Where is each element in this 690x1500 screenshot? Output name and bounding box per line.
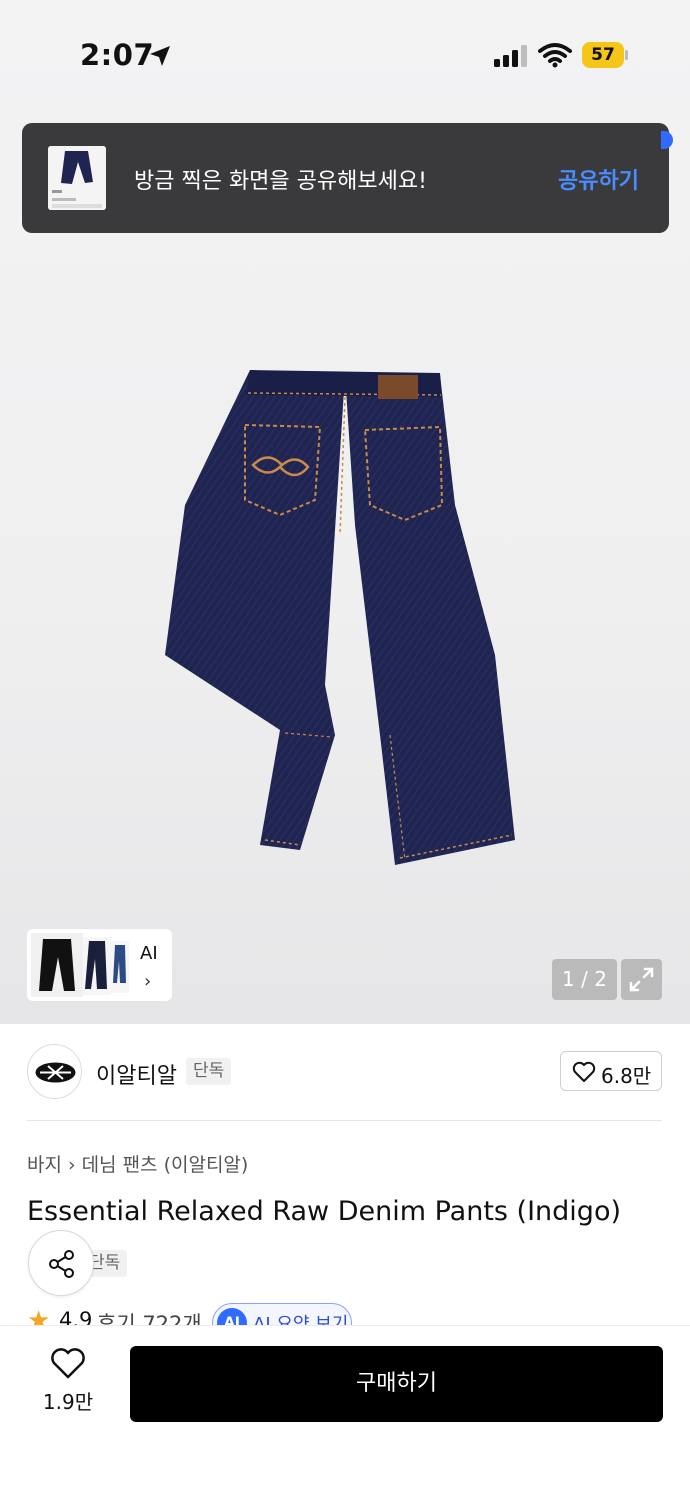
bottom-purchase-bar: 1.9만 구매하기	[0, 1325, 690, 1500]
battery-indicator: 57	[582, 42, 628, 68]
ai-summary-label: AI 요약 보기	[253, 1314, 349, 1325]
ai-badge: AI	[217, 1308, 247, 1325]
breadcrumb: 바지 › 데님 팬츠 (이알티알)	[27, 1150, 248, 1177]
heart-icon	[572, 1061, 596, 1082]
brand-name[interactable]: 이알티알	[96, 1058, 177, 1090]
location-arrow-icon	[150, 46, 170, 66]
wifi-icon	[538, 43, 572, 68]
screenshot-share-toast: 방금 찍은 화면을 공유해보세요! 공유하기	[22, 123, 669, 233]
wishlist-button[interactable]: 1.9만	[38, 1348, 98, 1415]
heart-icon	[51, 1348, 85, 1379]
battery-cap	[625, 50, 628, 60]
product-image-jeans[interactable]	[150, 355, 530, 875]
toast-share-button[interactable]: 공유하기	[558, 163, 639, 195]
buy-button[interactable]: 구매하기	[130, 1346, 663, 1422]
expand-icon[interactable]	[621, 959, 662, 1000]
chevron-right-icon[interactable]: ›	[144, 971, 151, 992]
breadcrumb-separator-icon: ›	[67, 1154, 76, 1176]
breadcrumb-subcategory[interactable]: 데님 팬츠 (이알티알)	[82, 1154, 249, 1176]
toast-message: 방금 찍은 화면을 공유해보세요!	[134, 169, 427, 194]
star-icon: ★	[27, 1306, 51, 1325]
share-icon	[49, 1250, 74, 1278]
exclusive-badge: 단독	[186, 1058, 232, 1085]
wishlist-count: 1.9만	[42, 1390, 94, 1414]
share-button[interactable]	[28, 1230, 94, 1296]
status-time: 2:07	[80, 38, 155, 72]
brand-like-count: 6.8만	[601, 1064, 652, 1088]
breadcrumb-category[interactable]: 바지	[27, 1154, 62, 1176]
divider	[27, 1120, 662, 1121]
cellular-signal-icon	[494, 45, 527, 67]
image-counter: 1 / 2	[552, 959, 617, 1000]
image-thumbnail-strip[interactable]: AI ›	[27, 929, 172, 1001]
product-title: Essential Relaxed Raw Denim Pants (Indig…	[27, 1196, 621, 1227]
battery-level: 57	[582, 42, 624, 68]
rating-value: 4.9	[59, 1308, 93, 1325]
rating-row: ★ 4.9 후기 722개 AI AI 요약 보기	[27, 1300, 667, 1325]
thumbnail-images[interactable]	[31, 933, 131, 997]
screenshot-thumbnail[interactable]	[48, 146, 106, 210]
review-count[interactable]: 후기 722개	[97, 1308, 202, 1325]
ai-summary-button[interactable]: AI AI 요약 보기	[212, 1303, 352, 1325]
ai-thumbnail-label: AI	[140, 943, 158, 964]
brand-like-button[interactable]: 6.8만	[560, 1051, 662, 1091]
status-bar: 2:07 57	[0, 0, 690, 110]
brand-logo[interactable]	[27, 1044, 82, 1099]
